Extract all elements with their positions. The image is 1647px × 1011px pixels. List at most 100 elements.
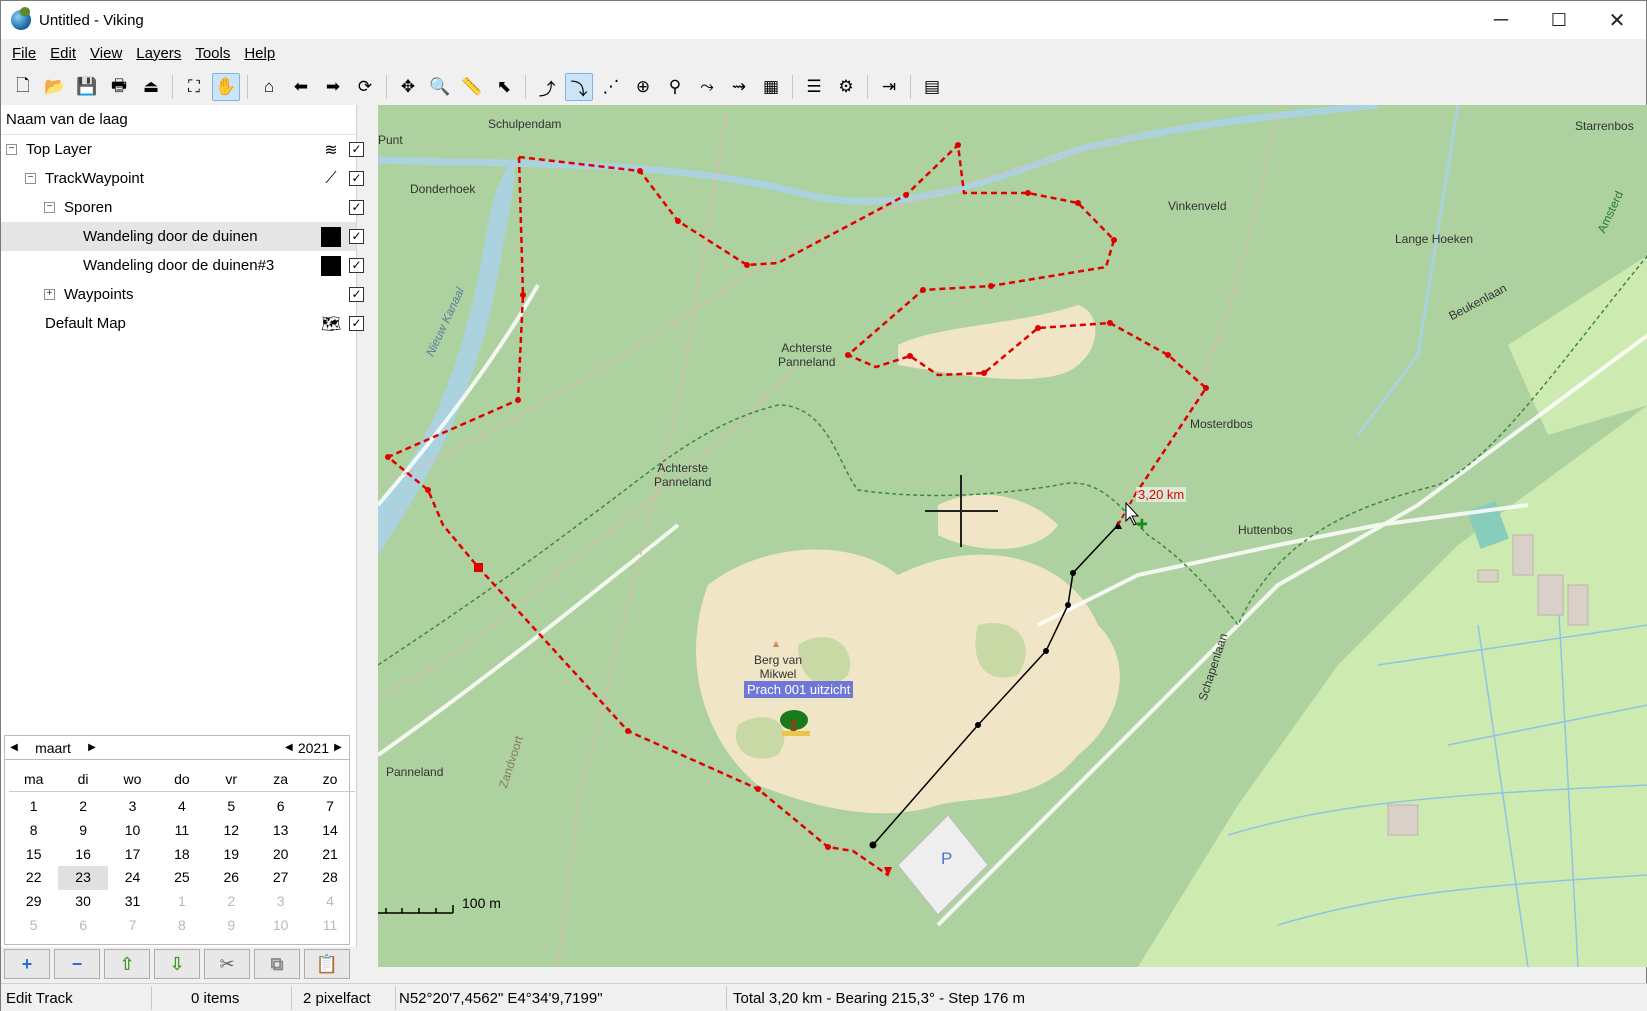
- layer-visible-checkbox[interactable]: ✓: [349, 287, 364, 302]
- minimize-button[interactable]: ─: [1472, 1, 1530, 39]
- save-icon[interactable]: 💾: [73, 73, 101, 101]
- calendar-day[interactable]: 14: [305, 819, 354, 843]
- download-maps-icon[interactable]: ▦: [757, 73, 785, 101]
- calendar-day[interactable]: 24: [108, 866, 157, 890]
- calendar-day[interactable]: 22: [9, 866, 58, 890]
- layer-tree-row[interactable]: − Sporen ✓: [1, 193, 364, 222]
- exit-icon[interactable]: ⏏: [137, 73, 165, 101]
- calendar-day[interactable]: 1: [157, 890, 206, 914]
- calendar-day[interactable]: 2: [58, 795, 107, 819]
- layer-tree-row[interactable]: − Top Layer ≋ ✓: [1, 135, 364, 164]
- close-button[interactable]: ✕: [1588, 1, 1646, 39]
- home-icon[interactable]: ⌂: [255, 73, 283, 101]
- maximize-button[interactable]: ☐: [1530, 1, 1588, 39]
- print-icon[interactable]: 🖶: [105, 73, 133, 101]
- calendar-day[interactable]: 4: [305, 890, 354, 914]
- layer-tool-icon[interactable]: ⚙: [832, 73, 860, 101]
- layer-tree-header[interactable]: Naam van de laag: [1, 105, 356, 135]
- pan-hand-icon[interactable]: ✋: [212, 73, 240, 101]
- track-color-swatch[interactable]: [321, 255, 341, 276]
- edit-trackpoint-icon[interactable]: ⋰: [597, 73, 625, 101]
- layer-visible-checkbox[interactable]: ✓: [349, 316, 364, 331]
- create-track-icon[interactable]: ⤴: [533, 73, 561, 101]
- calendar-day[interactable]: 26: [207, 866, 256, 890]
- calendar-day[interactable]: 10: [256, 914, 305, 938]
- calendar-day[interactable]: 29: [9, 890, 58, 914]
- calendar-day[interactable]: 28: [305, 866, 354, 890]
- calendar-day[interactable]: 16: [58, 843, 107, 867]
- track-color-swatch[interactable]: [321, 226, 341, 247]
- forward-arrow-icon[interactable]: ➡: [319, 73, 347, 101]
- layer-tree-row[interactable]: Wandeling door de duinen ✓: [1, 222, 364, 251]
- menu-edit[interactable]: Edit: [43, 45, 83, 62]
- copy-button[interactable]: ⧉: [254, 949, 300, 979]
- next-month-icon[interactable]: ▶: [83, 742, 101, 753]
- collapse-icon[interactable]: −: [44, 202, 55, 213]
- collapse-icon[interactable]: −: [25, 173, 36, 184]
- calendar-day[interactable]: 4: [157, 795, 206, 819]
- cut-button[interactable]: ✂: [204, 949, 250, 979]
- move-up-button[interactable]: ⇧: [104, 949, 150, 979]
- layer-tree-row[interactable]: Wandeling door de duinen#3 ✓: [1, 251, 364, 280]
- calendar-day[interactable]: 31: [108, 890, 157, 914]
- add-layer-button[interactable]: +: [4, 949, 50, 979]
- calendar-day[interactable]: 6: [256, 795, 305, 819]
- calendar-day[interactable]: 2: [207, 890, 256, 914]
- move-down-button[interactable]: ⇩: [154, 949, 200, 979]
- calendar-day[interactable]: 19: [207, 843, 256, 867]
- calendar-day[interactable]: 9: [207, 914, 256, 938]
- move-icon[interactable]: ✥: [394, 73, 422, 101]
- dock-icon[interactable]: ▤: [918, 73, 946, 101]
- menu-file[interactable]: File: [5, 45, 43, 62]
- edit-waypoint-icon[interactable]: ⚲: [661, 73, 689, 101]
- calendar-day[interactable]: 1: [9, 795, 58, 819]
- fullscreen-icon[interactable]: ⛶: [180, 73, 208, 101]
- edit-track-icon[interactable]: ⤵: [565, 73, 593, 101]
- select-arrow-icon[interactable]: ⬉: [490, 73, 518, 101]
- menu-layers[interactable]: Layers: [129, 45, 188, 62]
- calendar-day[interactable]: 21: [305, 843, 354, 867]
- menu-tools[interactable]: Tools: [188, 45, 237, 62]
- layer-visible-checkbox[interactable]: ✓: [349, 171, 364, 186]
- calendar-day[interactable]: 10: [108, 819, 157, 843]
- paste-button[interactable]: 📋: [304, 949, 350, 979]
- calendar-day[interactable]: 11: [157, 819, 206, 843]
- map-view[interactable]: ✚ Schulpendam Punt Donderhoek Vinkenveld: [378, 105, 1647, 967]
- calendar-day[interactable]: 7: [108, 914, 157, 938]
- open-folder-icon[interactable]: 📂: [41, 73, 69, 101]
- zoom-icon[interactable]: 🔍: [426, 73, 454, 101]
- collapse-icon[interactable]: −: [6, 144, 17, 155]
- expand-icon[interactable]: +: [44, 289, 55, 300]
- calendar-day[interactable]: 12: [207, 819, 256, 843]
- layer-properties-icon[interactable]: ☰: [800, 73, 828, 101]
- calendar-day[interactable]: 30: [58, 890, 107, 914]
- calendar-day[interactable]: 6: [58, 914, 107, 938]
- layer-visible-checkbox[interactable]: ✓: [349, 200, 364, 215]
- layer-visible-checkbox[interactable]: ✓: [349, 142, 364, 157]
- calendar-day[interactable]: 20: [256, 843, 305, 867]
- layer-tree-row[interactable]: Default Map 🗺 ✓: [1, 309, 364, 338]
- calendar-day[interactable]: 15: [9, 843, 58, 867]
- menu-help[interactable]: Help: [237, 45, 282, 62]
- calendar-day[interactable]: 18: [157, 843, 206, 867]
- prev-year-icon[interactable]: ◀: [280, 742, 298, 753]
- calendar-day[interactable]: 5: [207, 795, 256, 819]
- extend-track-icon[interactable]: ⇝: [725, 73, 753, 101]
- calendar-day[interactable]: 8: [9, 819, 58, 843]
- calendar-day[interactable]: 25: [157, 866, 206, 890]
- back-arrow-icon[interactable]: ⬅: [287, 73, 315, 101]
- next-year-icon[interactable]: ▶: [329, 742, 347, 753]
- calendar-day[interactable]: 17: [108, 843, 157, 867]
- calendar-day[interactable]: 9: [58, 819, 107, 843]
- create-waypoint-icon[interactable]: ⊕: [629, 73, 657, 101]
- layer-tree-row[interactable]: + Waypoints ✓: [1, 280, 364, 309]
- export-icon[interactable]: ⇥: [875, 73, 903, 101]
- route-finder-icon[interactable]: ⤳: [693, 73, 721, 101]
- remove-layer-button[interactable]: −: [54, 949, 100, 979]
- ruler-icon[interactable]: 📏: [458, 73, 486, 101]
- waypoint-label[interactable]: Prach 001 uitzicht: [744, 681, 854, 698]
- calendar-day[interactable]: 7: [305, 795, 354, 819]
- refresh-icon[interactable]: ⟳: [351, 73, 379, 101]
- calendar-day[interactable]: 3: [108, 795, 157, 819]
- menu-view[interactable]: View: [83, 45, 129, 62]
